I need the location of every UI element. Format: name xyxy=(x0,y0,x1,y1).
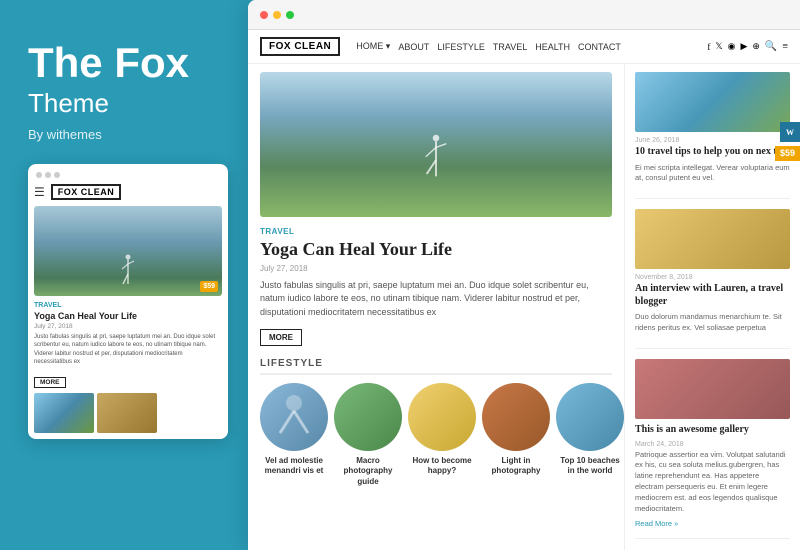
nav-links: HOME ▾ ABOUT LIFESTYLE TRAVEL HEALTH CON… xyxy=(356,41,707,52)
mobile-thumbnail-strip xyxy=(34,393,222,433)
theme-title: The Fox xyxy=(28,40,220,86)
theme-by: By withemes xyxy=(28,127,220,142)
site-navigation: FOX CLEAN HOME ▾ ABOUT LIFESTYLE TRAVEL … xyxy=(248,30,800,64)
lifestyle-section-label: LIFESTYLE xyxy=(260,358,612,375)
mobile-thumb-1 xyxy=(34,393,94,433)
more-button[interactable]: MORE xyxy=(260,329,302,346)
left-panel: The Fox Theme By withemes ☰ FOX CLEAN $5… xyxy=(0,0,248,550)
lifestyle-circle-2 xyxy=(334,383,402,451)
rss-icon[interactable]: ⊕ xyxy=(752,41,760,52)
small-post-date-1: June 26, 2018 xyxy=(635,137,790,144)
lifestyle-caption-3: How to become happy? xyxy=(408,456,476,477)
nav-contact[interactable]: CONTACT xyxy=(578,42,621,52)
mobile-more-button[interactable]: MORE xyxy=(34,377,66,388)
post-main-title[interactable]: Yoga Can Heal Your Life xyxy=(260,239,612,261)
wordpress-badge: W xyxy=(780,122,800,142)
lifestyle-circle-4 xyxy=(482,383,550,451)
nav-health[interactable]: HEALTH xyxy=(535,42,570,52)
lifestyle-grid: Vel ad molestie menandri vis et Macro ph… xyxy=(260,383,612,487)
small-post-title-3[interactable]: This is an awesome gallery xyxy=(635,424,790,437)
mobile-post-date: July 27, 2018 xyxy=(34,323,222,330)
menu-icon[interactable]: ≡ xyxy=(782,41,788,52)
lifestyle-caption-5: Top 10 beaches in the world xyxy=(556,456,624,477)
site-logo: FOX CLEAN xyxy=(260,37,340,56)
mobile-post-excerpt: Justo fabulas singulis at pri, saepe lup… xyxy=(34,333,222,367)
small-post-1: June 26, 2018 10 travel tips to help you… xyxy=(635,72,790,199)
hero-image xyxy=(260,72,612,217)
theme-subtitle: Theme xyxy=(28,88,220,119)
main-content: TRAVEL Yoga Can Heal Your Life July 27, … xyxy=(248,64,800,550)
mobile-hero-image: $59 xyxy=(34,206,222,296)
small-post-excerpt-1: Ei mei scripta intellegat. Verear volupt… xyxy=(635,163,790,185)
small-post-3: This is an awesome gallery March 24, 201… xyxy=(635,359,790,539)
browser-mockup: FOX CLEAN HOME ▾ ABOUT LIFESTYLE TRAVEL … xyxy=(248,0,800,550)
hamburger-icon[interactable]: ☰ xyxy=(34,185,45,200)
read-more-link-3[interactable]: Read More » xyxy=(635,519,790,528)
youtube-icon[interactable]: ▶ xyxy=(740,41,747,52)
mobile-header: ☰ FOX CLEAN xyxy=(34,184,222,200)
small-thumb-3 xyxy=(635,359,790,419)
lifestyle-item-2[interactable]: Macro photography guide xyxy=(334,383,402,487)
mobile-dot-3 xyxy=(54,172,60,178)
nav-lifestyle[interactable]: LIFESTYLE xyxy=(437,42,485,52)
browser-minimize-dot xyxy=(273,11,281,19)
small-post-date-3: March 24, 2018 xyxy=(635,441,790,448)
lifestyle-caption-2: Macro photography guide xyxy=(334,456,402,487)
small-thumb-2 xyxy=(635,209,790,269)
small-post-title-1[interactable]: 10 travel tips to help you on nex trip xyxy=(635,146,790,159)
nav-about[interactable]: ABOUT xyxy=(398,42,429,52)
mobile-price-badge: $59 xyxy=(200,281,218,292)
center-column: TRAVEL Yoga Can Heal Your Life July 27, … xyxy=(248,64,625,550)
facebook-icon[interactable]: f xyxy=(707,42,710,52)
nav-travel[interactable]: TRAVEL xyxy=(493,42,527,52)
yoga-hero-figure-icon xyxy=(422,127,450,207)
nav-social-icons: f 𝕏 ◉ ▶ ⊕ 🔍 ≡ xyxy=(707,41,788,52)
post-category-tag: TRAVEL xyxy=(260,227,612,236)
mobile-logo: FOX CLEAN xyxy=(51,184,122,200)
small-post-title-2[interactable]: An interview with Lauren, a travel blogg… xyxy=(635,283,790,308)
mobile-thumb-2 xyxy=(97,393,157,433)
mobile-dot-1 xyxy=(36,172,42,178)
right-column: W $59 June 26, 2018 10 travel tips to he… xyxy=(625,64,800,550)
mobile-window-dots xyxy=(34,172,222,178)
post-date: July 27, 2018 xyxy=(260,264,612,273)
browser-close-dot xyxy=(260,11,268,19)
browser-maximize-dot xyxy=(286,11,294,19)
price-badge: $59 xyxy=(775,146,800,161)
mobile-post-title: Yoga Can Heal Your Life xyxy=(34,311,222,322)
small-post-date-2: November 8, 2018 xyxy=(635,274,790,281)
twitter-icon[interactable]: 𝕏 xyxy=(715,41,722,52)
nav-home[interactable]: HOME ▾ xyxy=(356,41,390,52)
mobile-dot-2 xyxy=(45,172,51,178)
lifestyle-circle-1 xyxy=(260,383,328,451)
lifestyle-item-1[interactable]: Vel ad molestie menandri vis et xyxy=(260,383,328,487)
small-post-excerpt-2: Duo dolorum mandamus menarchium te. Sit … xyxy=(635,312,790,334)
lifestyle-item-3[interactable]: How to become happy? xyxy=(408,383,476,487)
lifestyle-circle-5 xyxy=(556,383,624,451)
small-thumb-1 xyxy=(635,72,790,132)
lifestyle-item-4[interactable]: Light in photography xyxy=(482,383,550,487)
small-post-excerpt-3: Patrioque assertior ea vim. Volutpat sal… xyxy=(635,450,790,515)
lifestyle-caption-1: Vel ad molestie menandri vis et xyxy=(260,456,328,477)
lifestyle-caption-4: Light in photography xyxy=(482,456,550,477)
instagram-icon[interactable]: ◉ xyxy=(728,41,736,52)
mobile-post-tag: TRAVEL xyxy=(34,302,222,309)
browser-bar xyxy=(248,0,800,30)
mobile-mockup: ☰ FOX CLEAN $59 TRAVEL Yoga Can Heal You… xyxy=(28,164,228,438)
small-post-2: November 8, 2018 An interview with Laure… xyxy=(635,209,790,349)
lifestyle-item-5[interactable]: Top 10 beaches in the world xyxy=(556,383,624,487)
post-excerpt: Justo fabulas singulis at pri, saepe lup… xyxy=(260,279,612,320)
lifestyle-circle-3 xyxy=(408,383,476,451)
search-icon[interactable]: 🔍 xyxy=(765,41,777,52)
yoga-figure-icon xyxy=(120,254,136,290)
